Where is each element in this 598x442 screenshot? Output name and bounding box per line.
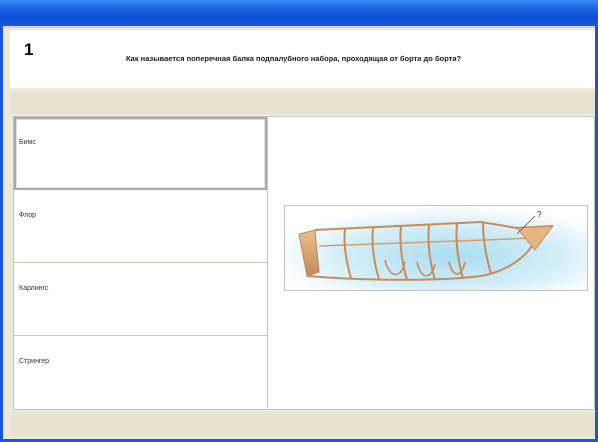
toolbar-strip bbox=[3, 26, 595, 28]
ship-hull-drawing: ? bbox=[285, 206, 587, 290]
question-panel: 1 Как называется поперечная балка подпал… bbox=[10, 30, 595, 88]
answer-label: Флор bbox=[19, 212, 37, 219]
answer-label: Карлингс bbox=[19, 285, 49, 292]
answer-option[interactable]: Стрингер bbox=[14, 336, 267, 409]
ship-frame-illustration: ? bbox=[284, 205, 588, 291]
answer-option[interactable]: Бимс bbox=[14, 117, 267, 190]
answer-list: Бимс Флор Карлингс Стрингер bbox=[14, 117, 268, 409]
callout-label: ? bbox=[537, 210, 542, 219]
app-window: 1 Как называется поперечная балка подпал… bbox=[0, 0, 598, 442]
answer-label: Стрингер bbox=[19, 358, 50, 365]
separator-band bbox=[10, 92, 595, 114]
answer-label: Бимс bbox=[19, 139, 36, 146]
question-number: 1 bbox=[24, 40, 34, 59]
illustration-area: ? bbox=[268, 117, 594, 409]
window-titlebar[interactable] bbox=[0, 0, 598, 26]
question-text: Как называется поперечная балка подпалуб… bbox=[126, 54, 462, 63]
quiz-content: Бимс Флор Карлингс Стрингер ? bbox=[13, 116, 595, 410]
answer-option[interactable]: Флор bbox=[14, 190, 267, 263]
footer-bar bbox=[10, 412, 595, 436]
answer-option[interactable]: Карлингс bbox=[14, 263, 267, 336]
